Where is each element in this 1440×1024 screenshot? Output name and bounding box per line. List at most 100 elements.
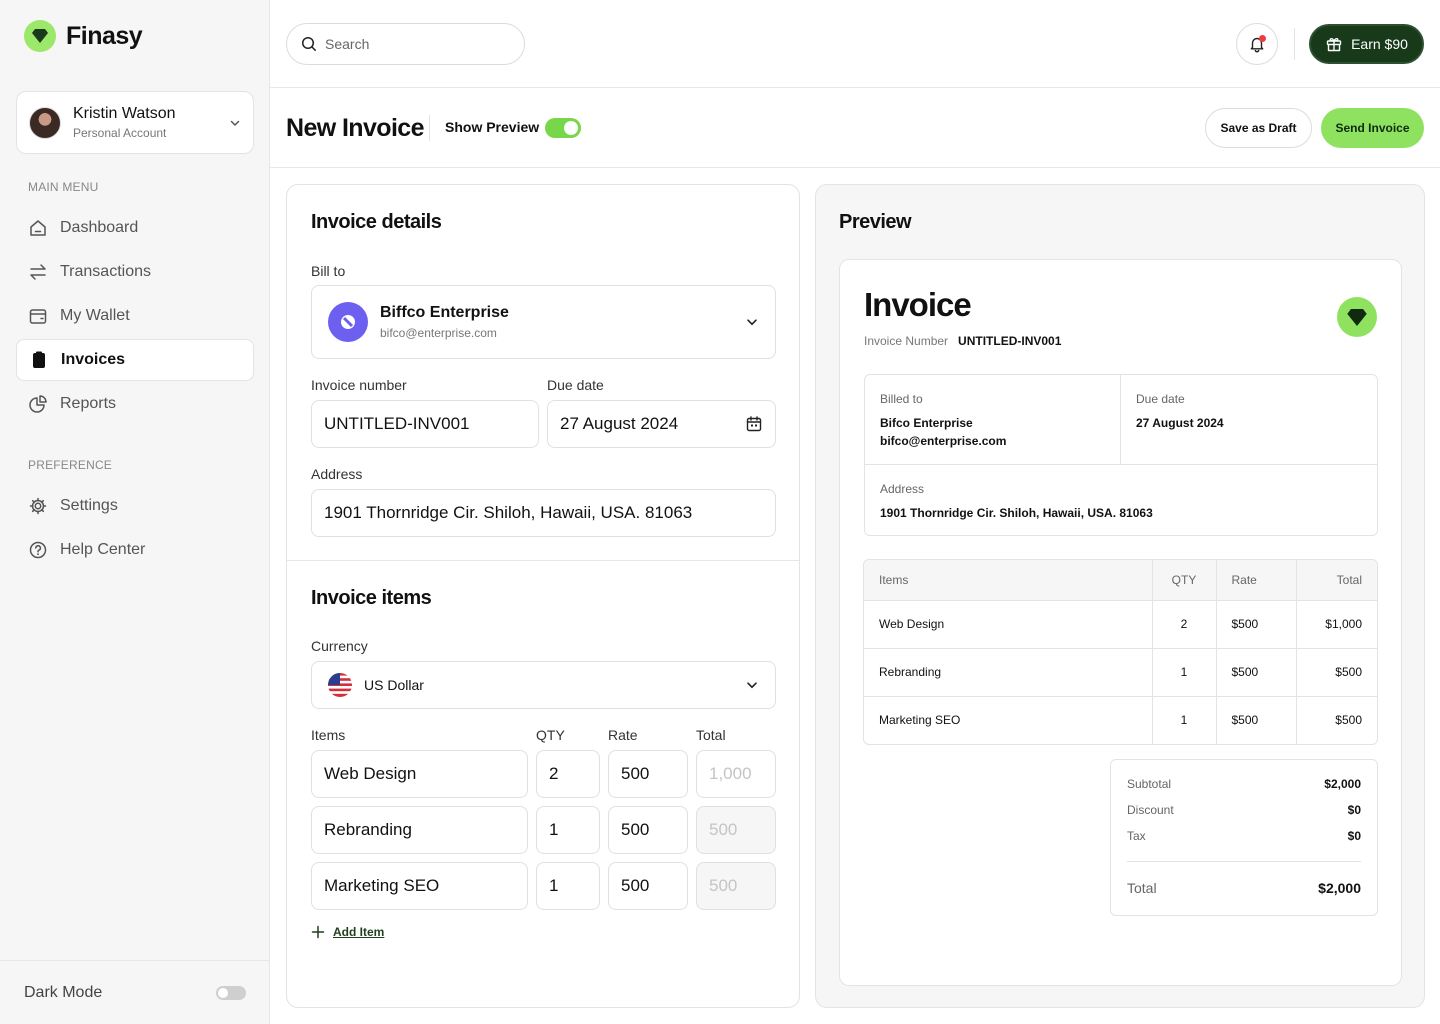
invoice-items-title: Invoice items <box>311 587 432 609</box>
item-name-input[interactable]: Marketing SEO <box>311 862 528 910</box>
sidebar-item-settings[interactable]: Settings <box>16 485 254 527</box>
arrows-icon <box>30 264 46 280</box>
sidebar-item-wallet[interactable]: My Wallet <box>16 295 254 337</box>
account-type: Personal Account <box>73 126 167 140</box>
address-field[interactable]: 1901 Thornridge Cir. Shiloh, Hawaii, USA… <box>311 489 776 537</box>
sidebar-item-transactions[interactable]: Transactions <box>16 251 254 293</box>
clipboard-icon <box>33 351 45 368</box>
bill-to-label: Bill to <box>311 263 346 279</box>
table-header-row: Items QTY Rate Total <box>864 560 1377 601</box>
dark-mode-row: Dark Mode <box>0 960 270 1024</box>
sidebar-item-label: My Wallet <box>60 307 130 324</box>
sidebar-item-reports[interactable]: Reports <box>16 383 254 425</box>
item-total-field: 500 <box>696 806 776 854</box>
due-date-value: 27 August 2024 <box>1136 416 1224 430</box>
sidebar-item-invoices[interactable]: Invoices <box>16 339 254 381</box>
home-icon <box>30 220 46 236</box>
item-cell: Rebranding <box>864 648 1152 697</box>
item-rate-input[interactable]: 500 <box>608 750 688 798</box>
brand[interactable]: Finasy <box>24 20 143 52</box>
currency-value: US Dollar <box>364 677 424 693</box>
client-email: bifco@enterprise.com <box>380 326 497 340</box>
chevron-down-icon <box>747 319 757 326</box>
invoice-number-line: Invoice Number UNTITLED-INV001 <box>864 334 1061 348</box>
qty-cell: 1 <box>1151 696 1216 744</box>
due-date-field[interactable]: 27 August 2024 <box>547 400 776 448</box>
preview-card: Preview Invoice Invoice Number UNTITLED-I… <box>815 184 1425 1008</box>
plus-icon <box>311 925 325 939</box>
client-name: Biffco Enterprise <box>380 304 509 321</box>
currency-select[interactable]: US Dollar <box>311 661 776 709</box>
table-row: Marketing SEO 1 $500 $500 <box>864 696 1377 744</box>
divider <box>1127 861 1361 862</box>
total-cell: $500 <box>1295 648 1377 697</box>
discount-value: $0 <box>1347 803 1361 817</box>
main-menu-label: MAIN MENU <box>28 180 99 194</box>
client-logo-icon <box>328 302 368 342</box>
save-draft-button[interactable]: Save as Draft <box>1205 108 1312 148</box>
calendar-icon[interactable] <box>745 415 763 433</box>
sidebar-item-help-center[interactable]: Help Center <box>16 529 254 571</box>
totals-summary: Subtotal $2,000 Discount $0 Tax $0 Total… <box>1110 759 1378 916</box>
dark-mode-toggle[interactable] <box>216 985 246 1000</box>
preference-label: PREFERENCE <box>28 458 113 472</box>
sidebar-item-dashboard[interactable]: Dashboard <box>16 207 254 249</box>
search-icon <box>301 36 316 51</box>
total-row: Total $2,000 <box>1127 880 1361 896</box>
billed-to-label: Billed to <box>880 392 923 406</box>
item-qty-input[interactable]: 1 <box>536 806 600 854</box>
item-cell: Web Design <box>864 600 1152 649</box>
sidebar: Finasy Kristin Watson Personal Account M… <box>0 0 270 1024</box>
bill-to-select[interactable]: Biffco Enterprise bifco@enterprise.com <box>311 285 776 359</box>
qty-column-label: QTY <box>536 727 565 743</box>
item-qty-input[interactable]: 1 <box>536 862 600 910</box>
add-item-label: Add Item <box>333 925 385 939</box>
notifications-button[interactable] <box>1236 23 1278 65</box>
chevron-down-icon <box>747 682 757 689</box>
tax-row: Tax $0 <box>1127 829 1361 843</box>
account-name: Kristin Watson <box>73 105 176 122</box>
tax-label: Tax <box>1127 829 1146 843</box>
qty-cell: 2 <box>1151 600 1216 649</box>
subtotal-label: Subtotal <box>1127 777 1172 791</box>
tax-value: $0 <box>1347 829 1361 843</box>
qty-column-header: QTY <box>1151 560 1216 601</box>
sidebar-item-label: Help Center <box>60 541 146 558</box>
invoice-form-card: Invoice details Bill to Biffco Enterpris… <box>286 184 800 1008</box>
table-row: Rebranding 1 $500 $500 <box>864 648 1377 697</box>
address-label: Address <box>880 482 925 496</box>
address-label: Address <box>311 466 363 482</box>
search-input[interactable] <box>325 36 505 52</box>
send-invoice-button[interactable]: Send Invoice <box>1321 108 1424 148</box>
account-switcher[interactable]: Kristin Watson Personal Account <box>16 91 254 154</box>
show-preview-label: Show Preview <box>445 119 540 135</box>
items-column-header: Items <box>864 560 1152 601</box>
item-qty-input[interactable]: 2 <box>536 750 600 798</box>
item-rate-input[interactable]: 500 <box>608 806 688 854</box>
subtotal-value: $2,000 <box>1324 777 1361 791</box>
item-name-input[interactable]: Web Design <box>311 750 528 798</box>
invoice-details-title: Invoice details <box>311 211 442 233</box>
item-rate-input[interactable]: 500 <box>608 862 688 910</box>
diamond-logo-icon <box>24 20 56 52</box>
total-column-label: Total <box>696 727 726 743</box>
topbar: Earn $90 <box>270 0 1440 88</box>
item-name-input[interactable]: Rebranding <box>311 806 528 854</box>
add-item-button[interactable]: Add Item <box>311 925 384 939</box>
invoice-number-label: Invoice number <box>311 377 407 393</box>
help-icon <box>29 541 47 559</box>
search-box[interactable] <box>286 23 525 65</box>
page-header: New Invoice Show Preview Save as Draft S… <box>270 88 1440 168</box>
subtotal-row: Subtotal $2,000 <box>1127 777 1361 791</box>
discount-label: Discount <box>1127 803 1174 817</box>
invoice-number-field[interactable]: UNTITLED-INV001 <box>311 400 539 448</box>
show-preview-toggle[interactable] <box>545 118 581 138</box>
notification-dot <box>1259 35 1266 42</box>
rate-column-header: Rate <box>1215 560 1296 601</box>
sidebar-item-label: Transactions <box>60 263 151 280</box>
earn-button[interactable]: Earn $90 <box>1309 24 1424 64</box>
page-title: New Invoice <box>286 114 425 142</box>
sidebar-item-label: Settings <box>60 497 118 514</box>
total-cell: $500 <box>1295 696 1377 744</box>
invoice-number-value: UNTITLED-INV001 <box>958 334 1062 348</box>
